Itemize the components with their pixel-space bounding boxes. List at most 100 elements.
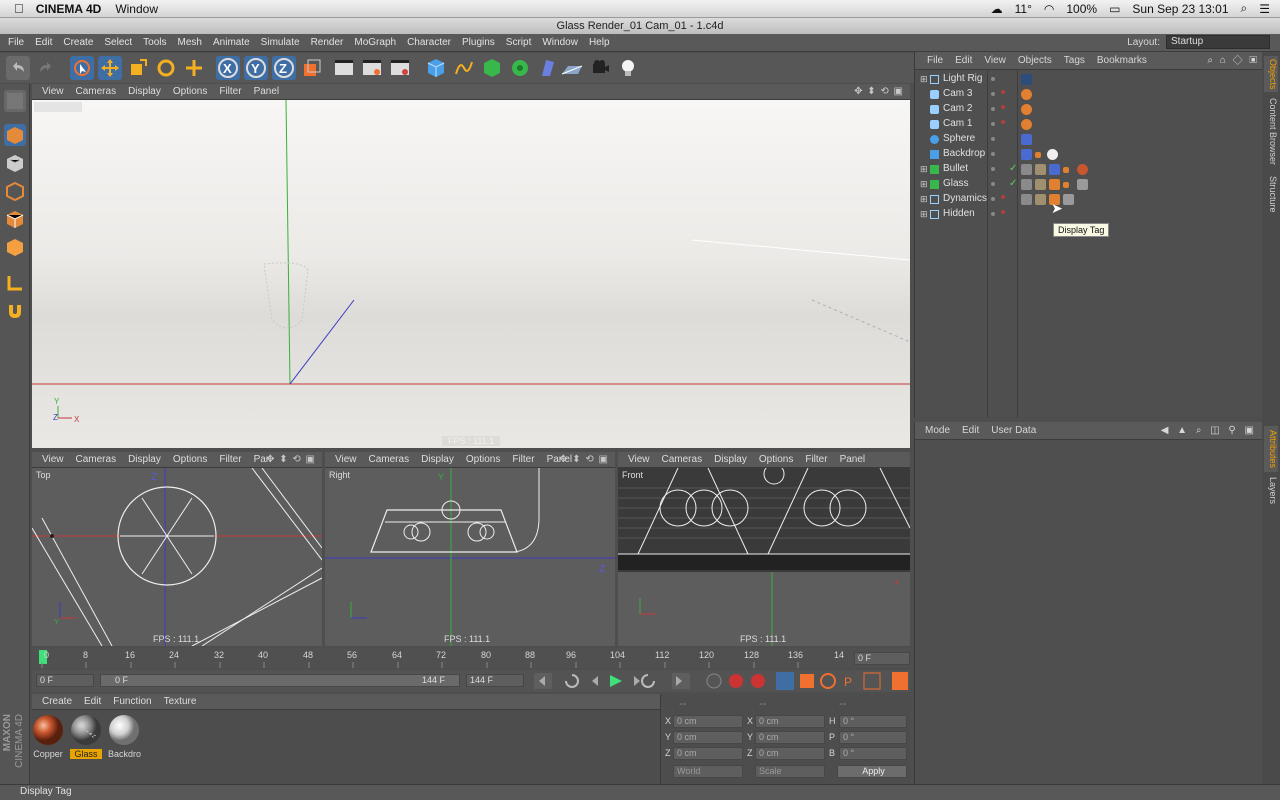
coordinate-system-icon[interactable] xyxy=(300,56,324,80)
mac-menu-window[interactable]: Window xyxy=(115,2,158,16)
texture-tag-icon[interactable] xyxy=(1021,149,1032,160)
enabled-check-icon[interactable]: ✓ xyxy=(1009,178,1017,189)
editor-visibility-dot[interactable] xyxy=(1001,90,1005,94)
weather-icon[interactable]: ☁ xyxy=(991,2,1003,16)
rotation-p-field[interactable]: 0 ° xyxy=(839,731,907,744)
material-copper[interactable]: Copper xyxy=(32,714,64,759)
viewport-nav-icons[interactable]: ✥ ⬍ ⟲ ▣ xyxy=(854,86,904,97)
editor-visibility-dot[interactable] xyxy=(1001,105,1005,109)
visibility-dot[interactable] xyxy=(991,167,995,171)
top-canvas[interactable]: Z Y Top FPS : 111.1 xyxy=(32,468,322,646)
texture-mode-icon[interactable] xyxy=(4,152,26,174)
mat-menu-texture[interactable]: Texture xyxy=(164,696,197,707)
object-row[interactable]: Cam 3 xyxy=(915,87,1263,102)
compositing-tag-icon[interactable] xyxy=(1035,152,1041,158)
vp-menu-panel[interactable]: Panel xyxy=(254,86,280,97)
end-frame-field[interactable]: 144 F xyxy=(466,674,524,687)
top-vp-menu-cameras[interactable]: Cameras xyxy=(76,454,117,465)
coord-mode-dropdown[interactable]: Scale xyxy=(755,765,825,778)
coord-system-dropdown[interactable]: World xyxy=(673,765,743,778)
front-vp-menu-display[interactable]: Display xyxy=(714,454,747,465)
obj-menu-view[interactable]: View xyxy=(984,55,1006,66)
clock[interactable]: Sun Sep 23 13:01 xyxy=(1132,2,1228,16)
material-tag-icon[interactable] xyxy=(1047,149,1058,160)
mat-menu-edit[interactable]: Edit xyxy=(84,696,101,707)
y-axis-icon[interactable]: Y xyxy=(244,56,268,80)
visibility-dot[interactable] xyxy=(991,182,995,186)
top-vp-menu-filter[interactable]: Filter xyxy=(219,454,241,465)
object-row[interactable]: ⊞ Glass ✓ xyxy=(915,177,1263,192)
material-tag-icon[interactable] xyxy=(1077,164,1088,175)
apple-icon[interactable]:  xyxy=(14,1,24,16)
add-tool-icon[interactable] xyxy=(182,56,206,80)
z-axis-icon[interactable]: Z xyxy=(272,56,296,80)
vp-menu-cameras[interactable]: Cameras xyxy=(76,86,117,97)
enabled-check-icon[interactable]: ✓ xyxy=(1009,163,1017,174)
right-vp-menu-view[interactable]: View xyxy=(335,454,357,465)
visibility-dot[interactable] xyxy=(991,122,995,126)
tab-layers[interactable]: Layers xyxy=(1264,476,1278,506)
right-vp-menu-display[interactable]: Display xyxy=(421,454,454,465)
object-manager-search-icon[interactable]: ⌕ ⌂ ◇ ▣ xyxy=(1207,55,1259,66)
menu-help[interactable]: Help xyxy=(589,37,610,48)
protection-tag-icon[interactable] xyxy=(1021,89,1032,100)
visibility-dot[interactable] xyxy=(991,107,995,111)
array-icon[interactable] xyxy=(508,56,532,80)
object-row[interactable]: Sphere xyxy=(915,132,1263,147)
light-rig-tag-icon[interactable] xyxy=(1021,74,1032,85)
menu-plugins[interactable]: Plugins xyxy=(462,37,495,48)
scale-tool-icon[interactable] xyxy=(126,56,150,80)
tab-structure[interactable]: Structure xyxy=(1264,172,1278,216)
render-picture-viewer-icon[interactable] xyxy=(360,56,384,80)
battery-icon[interactable]: ▭ xyxy=(1109,2,1120,16)
perspective-canvas[interactable]: Y X Z FPS : 111.1 xyxy=(32,100,910,448)
right-vp-menu-options[interactable]: Options xyxy=(466,454,500,465)
frame-range-slider[interactable]: 0 F 144 F xyxy=(100,674,460,687)
phong-tag-icon[interactable] xyxy=(1035,164,1046,175)
front-vp-menu-view[interactable]: View xyxy=(628,454,650,465)
menu-edit[interactable]: Edit xyxy=(35,37,52,48)
object-row[interactable]: Backdrop xyxy=(915,147,1263,162)
object-row[interactable]: ⊞ Light Rig xyxy=(915,72,1263,87)
light-icon[interactable] xyxy=(616,56,640,80)
phong-tag-icon[interactable] xyxy=(1035,179,1046,190)
expand-icon[interactable]: ⊞ xyxy=(920,179,928,190)
protection-tag-icon[interactable] xyxy=(1021,119,1032,130)
obj-menu-file[interactable]: File xyxy=(927,55,943,66)
spotlight-icon[interactable]: ⌕ xyxy=(1241,1,1248,16)
right-vp-menu-cameras[interactable]: Cameras xyxy=(369,454,410,465)
points-mode-icon[interactable] xyxy=(4,180,26,202)
obj-menu-tags[interactable]: Tags xyxy=(1064,55,1085,66)
camera-icon[interactable] xyxy=(588,56,612,80)
vp-menu-display[interactable]: Display xyxy=(128,86,161,97)
tab-attributes[interactable]: Attributes xyxy=(1264,426,1278,472)
menu-mesh[interactable]: Mesh xyxy=(178,37,202,48)
model-mode-icon[interactable] xyxy=(4,124,26,146)
top-vp-menu-view[interactable]: View xyxy=(42,454,64,465)
rotation-b-field[interactable]: 0 ° xyxy=(839,747,907,760)
top-viewport-nav-icons[interactable]: ✥ ⬍ ⟲ ▣ xyxy=(266,454,316,465)
material-backdrop[interactable]: Backdro xyxy=(108,714,141,759)
current-frame-field[interactable]: 0 F xyxy=(854,652,910,665)
render-settings-icon[interactable] xyxy=(388,56,412,80)
tab-objects[interactable]: Objects xyxy=(1264,56,1278,92)
battery-percent[interactable]: 100% xyxy=(1066,2,1097,16)
position-x-field[interactable]: 0 cm xyxy=(673,715,743,728)
redo-icon[interactable] xyxy=(34,56,58,80)
editor-visibility-dot[interactable] xyxy=(1001,120,1005,124)
live-selection-icon[interactable] xyxy=(70,56,94,80)
expand-icon[interactable]: ⊞ xyxy=(920,209,928,220)
expand-icon[interactable]: ⊞ xyxy=(920,74,928,85)
timeline-ruler[interactable]: 0 8 16 24 32 40 48 56 64 72 80 88 96 104… xyxy=(32,648,910,668)
snap-icon[interactable] xyxy=(4,300,26,322)
size-z-field[interactable]: 0 cm xyxy=(755,747,825,760)
attr-menu-mode[interactable]: Mode xyxy=(925,425,950,436)
visibility-dot[interactable] xyxy=(991,77,995,81)
front-vp-menu-panel[interactable]: Panel xyxy=(840,454,866,465)
visibility-dot[interactable] xyxy=(991,137,995,141)
right-canvas[interactable]: Z Y Right FPS : 111.1 xyxy=(325,468,615,646)
app-menu[interactable]: CINEMA 4D xyxy=(36,2,102,16)
attr-menu-user-data[interactable]: User Data xyxy=(991,425,1036,436)
display-tag-icon[interactable] xyxy=(1021,194,1032,205)
position-y-field[interactable]: 0 cm xyxy=(673,731,743,744)
